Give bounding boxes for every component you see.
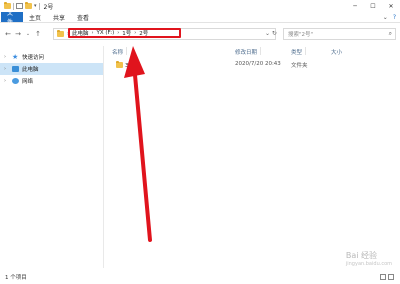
- search-input[interactable]: 搜索"2号" ⌕: [283, 28, 396, 40]
- breadcrumb-separator[interactable]: ›: [92, 30, 94, 36]
- item-count: 1 个项目: [5, 275, 27, 281]
- minimize-icon[interactable]: ─: [346, 0, 364, 12]
- breadcrumb: 此电脑 › YX (F:) › 1号 › 2号: [68, 28, 181, 38]
- breadcrumb-item[interactable]: 此电脑: [72, 29, 89, 37]
- tab-home[interactable]: 主页: [23, 12, 47, 22]
- refresh-icon[interactable]: ⌄ ↻: [265, 30, 277, 37]
- large-icons-view-icon[interactable]: [388, 274, 394, 280]
- file-name: 3号: [125, 62, 134, 69]
- up-arrow-icon[interactable]: ↑: [33, 30, 43, 38]
- new-folder-icon[interactable]: [25, 2, 32, 9]
- expand-ribbon-icon[interactable]: ⌄: [383, 14, 388, 21]
- maximize-icon[interactable]: ☐: [364, 0, 382, 12]
- properties-icon[interactable]: [16, 3, 23, 9]
- nav-item-this-pc[interactable]: › 此电脑: [0, 63, 103, 75]
- status-bar: 1 个项目: [0, 270, 400, 284]
- column-header-name[interactable]: 名称: [112, 47, 128, 56]
- navigation-pane: › ★ 快速访问 › 此电脑 › 网络: [0, 46, 104, 268]
- search-placeholder: 搜索"2号": [288, 32, 314, 38]
- back-arrow-icon[interactable]: ←: [3, 30, 13, 38]
- expand-chevron-icon[interactable]: ›: [4, 66, 10, 72]
- expand-chevron-icon[interactable]: ›: [4, 54, 10, 60]
- forward-arrow-icon[interactable]: →: [13, 30, 23, 38]
- expand-chevron-icon[interactable]: ›: [4, 78, 10, 84]
- breadcrumb-item[interactable]: 1号: [122, 29, 131, 37]
- breadcrumb-separator[interactable]: ›: [117, 30, 119, 36]
- folder-icon: [116, 60, 123, 68]
- window-title: 2号: [43, 3, 54, 11]
- close-icon[interactable]: ✕: [382, 0, 400, 12]
- column-header-type[interactable]: 类型: [291, 47, 307, 56]
- watermark-text: Bai 经验: [345, 251, 378, 260]
- breadcrumb-separator[interactable]: ›: [134, 30, 136, 36]
- nav-item-label: 快速访问: [22, 55, 45, 61]
- column-header-modified[interactable]: 修改日期: [235, 47, 262, 56]
- folder-icon: [57, 30, 64, 37]
- view-switcher: [380, 274, 394, 280]
- nav-item-label: 此电脑: [22, 67, 39, 73]
- tab-view[interactable]: 查看: [71, 12, 95, 22]
- ribbon-tabs: 文件 主页 共享 查看 ⌄ ?: [0, 10, 400, 26]
- arrow-shaft: [133, 73, 152, 242]
- breadcrumb-item[interactable]: YX (F:): [97, 30, 115, 36]
- ribbon-right-controls: ⌄ ?: [383, 14, 396, 21]
- column-header-size[interactable]: 大小: [331, 48, 342, 56]
- breadcrumb-item[interactable]: 2号: [139, 29, 148, 37]
- details-view-icon[interactable]: [380, 274, 386, 280]
- search-icon[interactable]: ⌕: [389, 30, 392, 38]
- nav-item-quick-access[interactable]: › ★ 快速访问: [0, 51, 103, 63]
- star-icon: ★: [12, 53, 19, 61]
- file-modified: 2020/7/20 20:43: [235, 61, 281, 67]
- nav-item-network[interactable]: › 网络: [0, 75, 103, 87]
- computer-icon: [12, 66, 19, 72]
- watermark-logo: Bai 经验 jingyan.baidu.com: [346, 250, 392, 267]
- window-controls: ─ ☐ ✕: [346, 0, 400, 12]
- help-icon[interactable]: ?: [393, 14, 396, 21]
- nav-item-label: 网络: [22, 79, 34, 85]
- column-headers: 名称 修改日期 类型 大小: [106, 46, 400, 56]
- file-type: 文件夹: [291, 63, 308, 69]
- tab-share[interactable]: 共享: [47, 12, 71, 22]
- file-row[interactable]: 3号 2020/7/20 20:43 文件夹: [106, 59, 400, 70]
- watermark-subtext: jingyan.baidu.com: [345, 261, 392, 267]
- divider: [38, 2, 40, 10]
- recent-locations-icon[interactable]: ⌄: [23, 31, 33, 37]
- tab-file[interactable]: 文件: [1, 10, 23, 26]
- title-bar: ▾ 2号 ─ ☐ ✕: [0, 0, 400, 12]
- network-icon: [12, 78, 19, 84]
- customize-toolbar-icon[interactable]: ▾: [34, 3, 37, 9]
